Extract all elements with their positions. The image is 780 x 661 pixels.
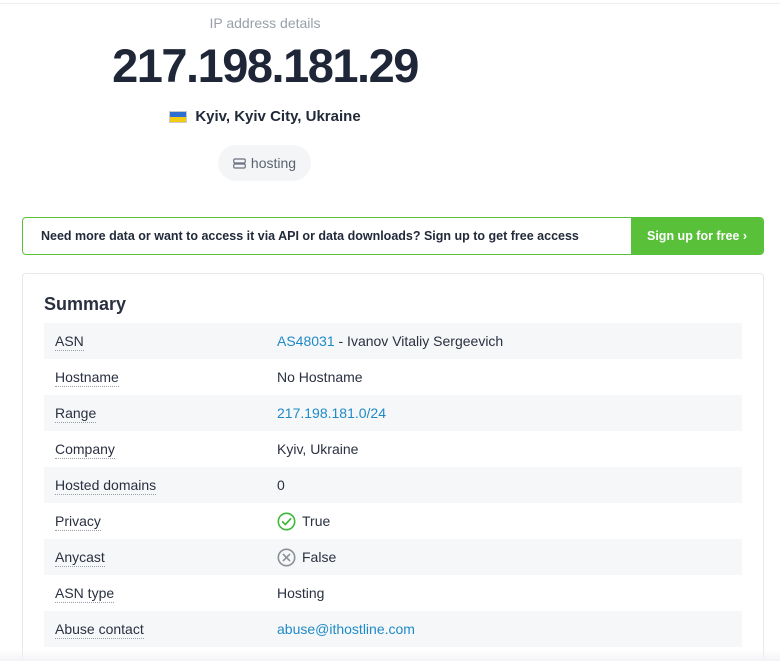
signup-banner: Need more data or want to access it via … [22, 217, 764, 255]
summary-table: ASN AS48031 - Ivanov Vitaliy Sergeevich … [44, 323, 742, 647]
summary-card: Summary ASN AS48031 - Ivanov Vitaliy Ser… [22, 273, 764, 661]
table-row: Anycast False [44, 539, 742, 575]
table-row: Hosted domains 0 [44, 467, 742, 503]
row-label-company[interactable]: Company [55, 441, 115, 459]
row-label-privacy[interactable]: Privacy [55, 513, 101, 531]
row-label-asn[interactable]: ASN [55, 333, 84, 351]
top-divider [0, 3, 780, 4]
signup-button[interactable]: Sign up for free › [631, 218, 763, 254]
server-icon [233, 157, 246, 169]
range-link[interactable]: 217.198.181.0/24 [277, 405, 386, 421]
asn-type-value: Hosting [277, 585, 325, 601]
ip-address-title: 217.198.181.29 [112, 39, 419, 92]
table-row: Abuse contact abuse@ithostline.com [44, 611, 742, 647]
row-label-asn-type[interactable]: ASN type [55, 585, 115, 603]
abuse-email-link[interactable]: abuse@ithostline.com [277, 621, 415, 637]
table-row: ASN type Hosting [44, 575, 742, 611]
row-label-hosted-domains[interactable]: Hosted domains [55, 477, 157, 495]
hosted-domains-value: 0 [277, 477, 285, 493]
privacy-value: True [302, 513, 331, 529]
location-text: Kyiv, Kyiv City, Ukraine [195, 108, 361, 125]
asn-name: - Ivanov Vitaliy Sergeevich [334, 333, 504, 349]
table-row: Hostname No Hostname [44, 359, 742, 395]
banner-text: Need more data or want to access it via … [41, 229, 579, 243]
x-circle-icon [277, 548, 296, 566]
table-row: ASN AS48031 - Ivanov Vitaliy Sergeevich [44, 323, 742, 359]
location: Kyiv, Kyiv City, Ukraine [0, 108, 530, 125]
row-label-anycast[interactable]: Anycast [55, 549, 105, 567]
anycast-value: False [302, 549, 337, 565]
row-label-hostname[interactable]: Hostname [55, 369, 119, 387]
company-value: Kyiv, Ukraine [277, 441, 359, 457]
tag-label: hosting [250, 155, 297, 171]
asn-link[interactable]: AS48031 [277, 333, 335, 349]
hostname-value: No Hostname [277, 369, 363, 385]
row-label-abuse-contact[interactable]: Abuse contact [55, 621, 144, 639]
check-circle-icon [277, 512, 296, 530]
bottom-fade [0, 650, 780, 661]
page-subtitle: IP address details [209, 15, 321, 31]
table-row: Range 217.198.181.0/24 [44, 395, 742, 431]
hosting-tag[interactable]: hosting [218, 145, 311, 181]
row-label-range[interactable]: Range [55, 405, 97, 423]
table-row: Privacy True [44, 503, 742, 539]
table-row: Company Kyiv, Ukraine [44, 431, 742, 467]
ukraine-flag-icon [169, 110, 188, 123]
summary-title: Summary [44, 294, 127, 314]
